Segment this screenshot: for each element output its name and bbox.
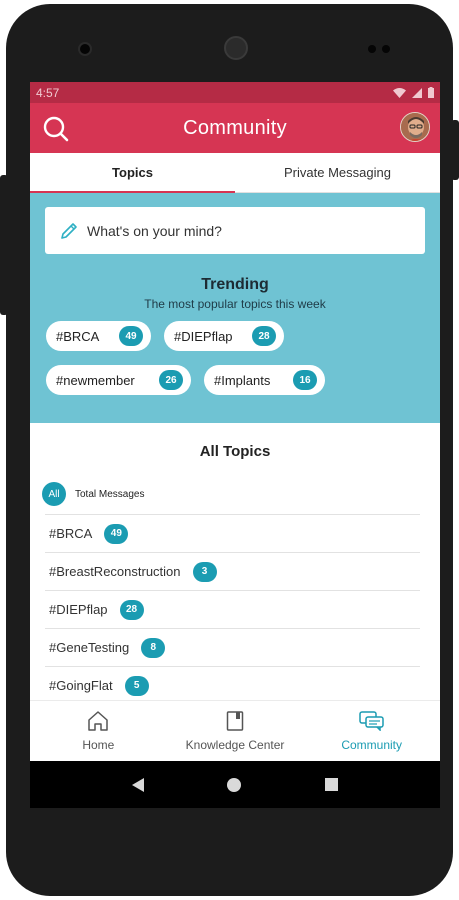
- search-icon[interactable]: [42, 115, 70, 143]
- all-topics-filter-row: All Total Messages: [42, 482, 440, 506]
- topic-row[interactable]: #DIEPflap 28: [45, 591, 420, 629]
- status-bar: 4:57: [30, 82, 440, 103]
- app-screen: 4:57 Community Topics Private Messaging …: [30, 82, 440, 808]
- app-header: Community: [30, 103, 440, 153]
- filter-all-button[interactable]: All: [42, 482, 66, 506]
- front-camera: [80, 44, 90, 54]
- trending-panel: What's on your mind? Trending The most p…: [30, 193, 440, 423]
- trending-chip[interactable]: #BRCA 49: [46, 321, 151, 351]
- page-title: Community: [183, 116, 287, 139]
- nav-home[interactable]: Home: [30, 701, 167, 761]
- chip-count-badge: 28: [252, 326, 276, 346]
- nav-home-label: Home: [82, 738, 115, 752]
- compose-placeholder: What's on your mind?: [87, 222, 222, 239]
- topic-count-badge: 28: [119, 599, 144, 620]
- light-sensor: [382, 45, 390, 53]
- trending-title: Trending: [201, 276, 269, 293]
- nav-community-label: Community: [341, 738, 403, 752]
- phone-frame: 4:57 Community Topics Private Messaging …: [6, 4, 453, 896]
- topic-tag: #DIEPflap: [49, 602, 108, 617]
- tab-private-messaging[interactable]: Private Messaging: [235, 153, 440, 192]
- chip-tag: #DIEPflap: [174, 328, 233, 344]
- topic-row[interactable]: #BreastReconstruction 3: [45, 553, 420, 591]
- topic-list: #BRCA 49 #BreastReconstruction 3 #DIEPfl…: [45, 514, 420, 705]
- battery-icon: [428, 87, 434, 98]
- nav-knowledge-center-label: Knowledge Center: [185, 738, 285, 752]
- topic-count-badge: 8: [141, 637, 166, 658]
- total-messages-label[interactable]: Total Messages: [75, 489, 144, 500]
- book-icon: [226, 711, 244, 731]
- trending-chip[interactable]: #Implants 16: [204, 365, 325, 395]
- tab-bar: Topics Private Messaging: [30, 153, 440, 193]
- topic-count-badge: 3: [192, 561, 217, 582]
- topic-tag: #GoingFlat: [49, 678, 113, 693]
- chat-icon: [358, 711, 384, 731]
- tab-topics[interactable]: Topics: [30, 153, 235, 193]
- proximity-sensor: [368, 45, 376, 53]
- home-circle-icon[interactable]: [227, 777, 242, 792]
- user-avatar[interactable]: [400, 112, 430, 142]
- power-button: [451, 120, 459, 180]
- chip-count-badge: 49: [119, 326, 143, 346]
- topic-tag: #BRCA: [49, 526, 93, 541]
- home-icon: [88, 711, 109, 731]
- chip-count-badge: 16: [293, 370, 317, 390]
- topic-count-badge: 49: [104, 523, 129, 544]
- nav-knowledge-center[interactable]: Knowledge Center: [167, 701, 304, 761]
- topic-tag: #GeneTesting: [49, 640, 130, 655]
- trending-subtitle: The most popular topics this week: [144, 297, 326, 311]
- earpiece-speaker: [224, 36, 248, 60]
- signal-icon: [412, 87, 422, 98]
- status-time: 4:57: [36, 85, 60, 100]
- chip-tag: #newmember: [56, 372, 135, 388]
- wifi-icon: [393, 87, 406, 98]
- topic-row[interactable]: #GeneTesting 8: [45, 629, 420, 667]
- trending-chip[interactable]: #DIEPflap 28: [164, 321, 284, 351]
- topic-tag: #BreastReconstruction: [49, 564, 181, 579]
- trending-chip[interactable]: #newmember 26: [46, 365, 191, 395]
- topic-row[interactable]: #BRCA 49: [45, 515, 420, 553]
- compose-post-input[interactable]: What's on your mind?: [45, 207, 425, 254]
- pencil-icon: [61, 222, 77, 239]
- chip-count-badge: 26: [159, 370, 183, 390]
- recent-apps-icon[interactable]: [325, 778, 339, 791]
- back-icon[interactable]: [131, 777, 144, 792]
- topic-count-badge: 5: [124, 675, 149, 696]
- chip-tag: #Implants: [214, 372, 271, 388]
- system-navigation-bar: [30, 761, 440, 808]
- bottom-navigation: Home Knowledge Center Community: [30, 700, 440, 761]
- all-topics-section: All Topics All Total Messages #BRCA 49 #…: [30, 423, 440, 705]
- chip-tag: #BRCA: [56, 328, 100, 344]
- all-topics-title: All Topics: [199, 443, 271, 460]
- volume-button: [0, 175, 8, 315]
- nav-community[interactable]: Community: [303, 701, 440, 761]
- avatar-photo-icon: [401, 113, 429, 141]
